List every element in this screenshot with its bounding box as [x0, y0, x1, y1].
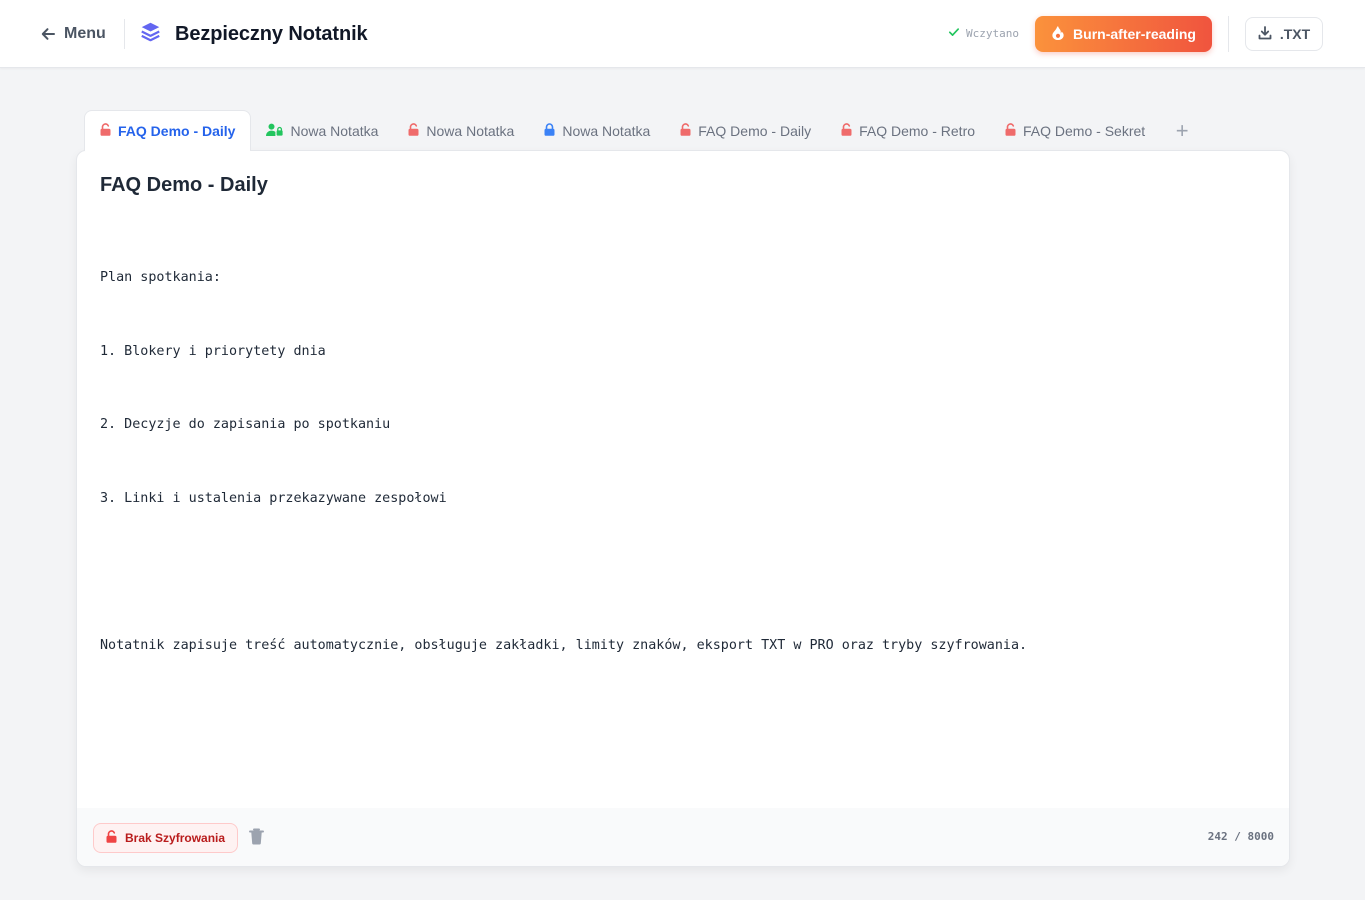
- note-line: 3. Linki i ustalenia przekazywane zespoł…: [100, 490, 447, 506]
- tab-label: FAQ Demo - Retro: [859, 123, 976, 139]
- tab-faq-demo-daily[interactable]: FAQ Demo - Daily: [84, 110, 252, 151]
- export-txt-label: .TXT: [1279, 26, 1311, 42]
- note-line: [100, 560, 1260, 585]
- tab-label: FAQ Demo - Daily: [698, 123, 812, 139]
- tab-nowa-notatka[interactable]: Nowa Notatka: [529, 111, 665, 151]
- lock-open-icon: [106, 830, 117, 846]
- tab-label: Nowa Notatka: [290, 123, 379, 139]
- user-lock-icon: [266, 123, 284, 139]
- character-counter: 242 / 8000: [1207, 830, 1274, 843]
- note-editor-card: FAQ Demo - Daily Plan spotkania: 1. Blok…: [76, 150, 1290, 867]
- save-status-text: Wczytano: [966, 27, 1019, 40]
- note-line: Plan spotkania:: [100, 270, 221, 285]
- add-tab-button[interactable]: +: [1162, 111, 1202, 151]
- tab-faq-demo-daily-2[interactable]: FAQ Demo - Daily: [665, 111, 826, 151]
- app-header: Menu Bezpieczny Notatnik Wczytano Burn-a…: [0, 0, 1365, 68]
- tab-faq-demo-retro[interactable]: FAQ Demo - Retro: [826, 111, 990, 151]
- menu-button-label: Menu: [64, 25, 106, 42]
- burn-after-reading-button[interactable]: Burn-after-reading: [1035, 16, 1212, 52]
- note-line: 1. Blokery i priorytety dnia: [100, 343, 326, 359]
- save-status: Wczytano: [948, 26, 1019, 41]
- editor-footer: Brak Szyfrowania 242 / 8000: [77, 808, 1289, 866]
- note-line: Notatnik zapisuje treść automatycznie, o…: [100, 637, 1028, 653]
- tab-label: Nowa Notatka: [426, 123, 515, 139]
- check-icon: [948, 26, 960, 41]
- lock-open-icon: [841, 123, 852, 139]
- tab-label: Nowa Notatka: [562, 123, 651, 139]
- layers-icon: [140, 21, 161, 47]
- menu-button[interactable]: Menu: [40, 22, 106, 46]
- encryption-mode-button[interactable]: Brak Szyfrowania: [93, 823, 239, 853]
- tab-label: FAQ Demo - Daily: [118, 123, 236, 139]
- note-content-editor[interactable]: Plan spotkania: 1. Blokery i priorytety …: [100, 217, 1260, 707]
- notes-tab-bar: FAQ Demo - Daily Nowa Notatka Nowa Notat…: [84, 110, 1202, 151]
- note-title[interactable]: FAQ Demo - Daily: [100, 174, 268, 197]
- fire-icon: [1051, 25, 1065, 43]
- lock-open-icon: [680, 123, 691, 139]
- tab-label: FAQ Demo - Sekret: [1023, 123, 1146, 139]
- note-line: 2. Decyzje do zapisania po spotkaniu: [100, 417, 391, 432]
- lock-open-icon: [100, 123, 111, 139]
- trash-icon[interactable]: [249, 828, 264, 850]
- burn-after-reading-label: Burn-after-reading: [1073, 26, 1196, 42]
- tab-nowa-notatka[interactable]: Nowa Notatka: [251, 111, 393, 151]
- download-icon: [1258, 25, 1272, 43]
- header-divider: [1228, 16, 1229, 52]
- tab-faq-demo-sekret[interactable]: FAQ Demo - Sekret: [990, 111, 1160, 151]
- encryption-mode-label: Brak Szyfrowania: [125, 831, 226, 845]
- brand: Bezpieczny Notatnik: [140, 20, 368, 48]
- tab-nowa-notatka[interactable]: Nowa Notatka: [393, 111, 529, 151]
- lock-open-icon: [1005, 123, 1016, 139]
- lock-icon: [544, 123, 555, 139]
- lock-open-icon: [408, 123, 419, 139]
- app-title: Bezpieczny Notatnik: [175, 22, 368, 45]
- arrow-left-icon: [40, 26, 56, 42]
- export-txt-button[interactable]: .TXT: [1245, 17, 1323, 51]
- header-divider: [124, 19, 125, 49]
- plus-icon: +: [1175, 118, 1189, 143]
